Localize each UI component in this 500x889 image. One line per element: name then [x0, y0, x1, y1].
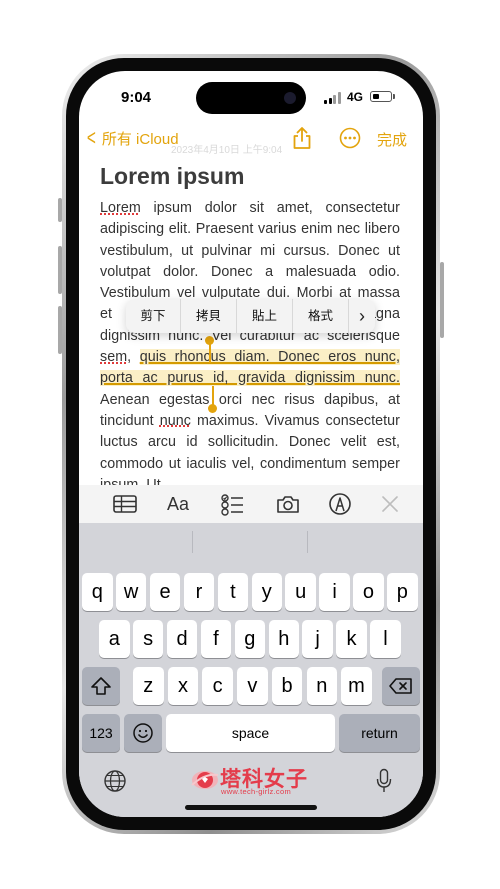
return-key[interactable]: return [339, 714, 420, 752]
emoji-key[interactable] [124, 714, 162, 752]
note-body[interactable]: Lorem ipsum dolor sit amet, consectetur … [100, 198, 400, 496]
body-text: , [127, 349, 140, 366]
key-q[interactable]: q [82, 573, 113, 611]
volume-down-button [58, 306, 62, 354]
suggestion-separator [192, 531, 193, 553]
share-icon[interactable] [291, 126, 313, 150]
globe-icon[interactable] [103, 769, 127, 793]
brand-url: www.tech-girlz.com [221, 787, 291, 796]
checklist-icon[interactable] [220, 492, 246, 516]
signal-icon [324, 92, 342, 104]
key-e[interactable]: e [149, 573, 181, 611]
selection-start-caret [208, 343, 211, 363]
key-z[interactable]: z [133, 667, 164, 705]
screen: 9:04 4G < 所有 iCloud 2023年4月10日 上午9:04 完成… [79, 71, 423, 817]
key-r[interactable]: r [183, 573, 215, 611]
format-toolbar: Aa [79, 485, 423, 523]
key-g[interactable]: g [234, 620, 266, 658]
key-f[interactable]: f [200, 620, 232, 658]
copy-menu-item[interactable]: 拷貝 [181, 299, 236, 333]
battery-cap [393, 94, 395, 99]
key-t[interactable]: t [217, 573, 249, 611]
selection-end-handle[interactable] [208, 404, 217, 413]
front-camera [284, 92, 296, 104]
backspace-icon [389, 678, 412, 694]
power-button [440, 262, 444, 338]
microphone-icon[interactable] [375, 768, 393, 794]
table-icon[interactable] [112, 492, 138, 516]
network-label: 4G [347, 90, 364, 104]
action-button [58, 198, 62, 222]
cut-menu-item[interactable]: 剪下 [126, 299, 180, 333]
key-d[interactable]: d [166, 620, 198, 658]
shift-key[interactable] [82, 667, 120, 705]
note-title[interactable]: Lorem ipsum [100, 163, 244, 190]
numbers-key[interactable]: 123 [82, 714, 120, 752]
brand-logo [191, 771, 219, 789]
key-m[interactable]: m [341, 667, 372, 705]
misspelled-word[interactable]: nunc [160, 413, 191, 429]
suggestion-separator [307, 531, 308, 553]
status-time: 9:04 [121, 89, 152, 106]
note-date: 2023年4月10日 上午9:04 [171, 145, 283, 156]
volume-up-button [58, 246, 62, 294]
key-c[interactable]: c [202, 667, 233, 705]
chevron-right-icon[interactable]: › [349, 299, 375, 333]
misspelled-word[interactable]: sem [100, 349, 127, 365]
edit-menu: 剪下 拷貝 貼上 格式 › [126, 299, 375, 333]
markup-icon[interactable] [327, 492, 353, 516]
close-icon[interactable] [377, 492, 403, 516]
back-button[interactable]: < 所有 iCloud [85, 127, 179, 149]
key-l[interactable]: l [370, 620, 401, 658]
emoji-icon [133, 723, 153, 743]
key-v[interactable]: v [237, 667, 268, 705]
key-s[interactable]: s [132, 620, 164, 658]
key-k[interactable]: k [336, 620, 367, 658]
key-j[interactable]: j [302, 620, 333, 658]
watermark: 塔科女子 www.tech-girlz.com [184, 763, 316, 799]
paste-menu-item[interactable]: 貼上 [237, 299, 292, 333]
delete-key[interactable] [382, 667, 420, 705]
selected-text[interactable]: quis rhoncus diam. Donec eros nunc, port… [100, 349, 400, 387]
format-menu-item[interactable]: 格式 [293, 299, 348, 333]
selection-end-caret [211, 386, 214, 406]
key-a[interactable]: a [99, 620, 130, 658]
key-x[interactable]: x [167, 667, 199, 705]
key-i[interactable]: i [319, 573, 350, 611]
key-y[interactable]: y [251, 573, 282, 611]
text-style-button[interactable]: Aa [167, 494, 189, 515]
back-label: 所有 iCloud [101, 130, 179, 148]
misspelled-word[interactable]: Lorem [100, 200, 141, 216]
key-u[interactable]: u [285, 573, 316, 611]
space-key[interactable]: space [166, 714, 335, 752]
battery-icon [370, 91, 392, 102]
shift-icon [91, 677, 111, 695]
camera-icon[interactable] [275, 492, 301, 516]
key-w[interactable]: w [115, 573, 147, 611]
key-h[interactable]: h [268, 620, 299, 658]
key-b[interactable]: b [271, 667, 303, 705]
chevron-left-icon: < [86, 125, 96, 150]
key-p[interactable]: p [387, 573, 418, 611]
home-indicator [185, 805, 317, 810]
key-n[interactable]: n [306, 667, 337, 705]
dynamic-island [196, 82, 306, 114]
more-icon[interactable] [339, 127, 361, 149]
key-o[interactable]: o [353, 573, 384, 611]
done-button[interactable]: 完成 [377, 129, 407, 150]
